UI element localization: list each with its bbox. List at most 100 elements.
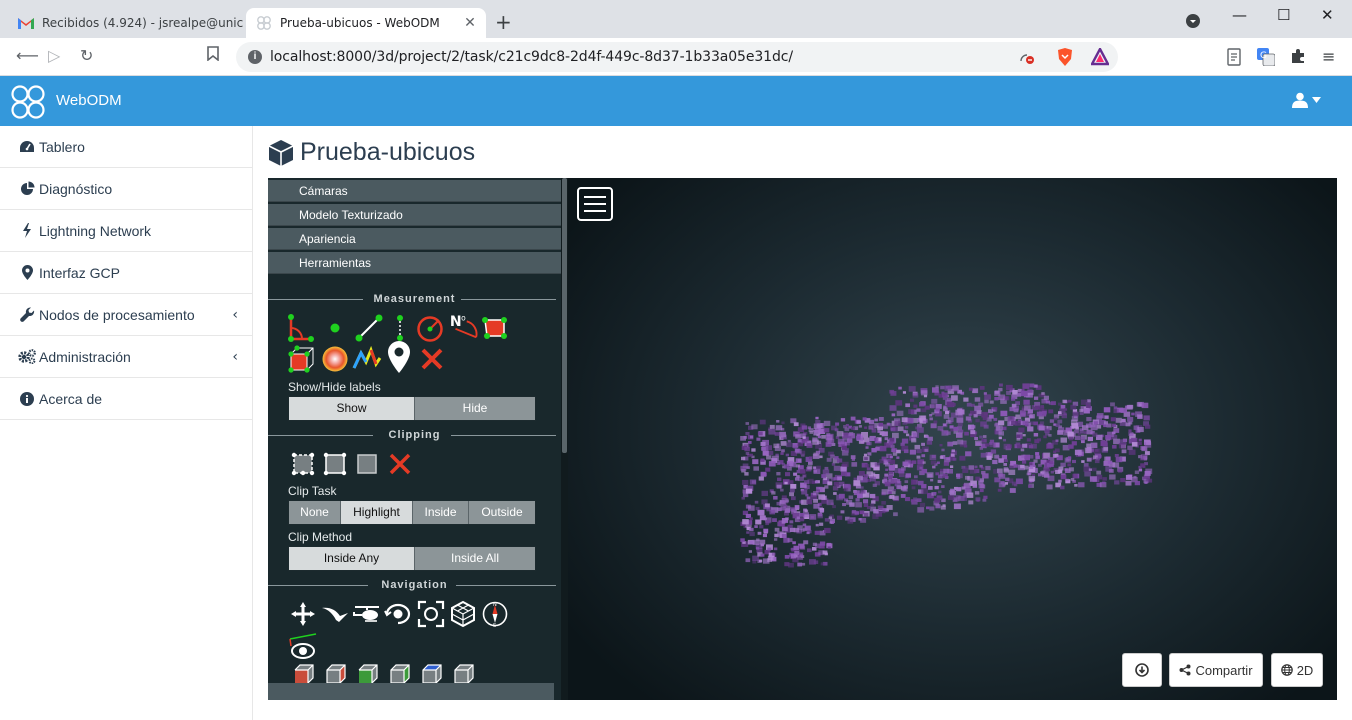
- sphere-volume-icon[interactable]: [320, 344, 350, 374]
- new-tab-button[interactable]: +: [495, 12, 512, 32]
- volume-measure-icon[interactable]: [286, 344, 316, 374]
- reload-icon[interactable]: ↻: [80, 46, 93, 65]
- clip-box-icon[interactable]: [352, 449, 382, 479]
- clip-method-inside-any-button[interactable]: Inside Any: [289, 547, 415, 570]
- sidebar-item-tablero[interactable]: Tablero: [0, 126, 252, 168]
- clip-task-outside-button[interactable]: Outside: [469, 501, 535, 524]
- helicopter-controls-icon[interactable]: [352, 599, 382, 629]
- address-bar[interactable]: i localhost:8000/3d/project/2/task/c21c9…: [236, 42, 1118, 72]
- wrench-icon: [18, 307, 36, 323]
- close-tab-icon[interactable]: ✕: [460, 15, 480, 31]
- site-info-icon[interactable]: i: [248, 50, 262, 64]
- labels-toggle-group: Show Hide: [288, 396, 536, 421]
- potree-3d-viewer[interactable]: Compartir 2D: [568, 178, 1337, 700]
- sidebar-item-label: Diagnóstico: [39, 180, 113, 197]
- section-title: Clipping: [388, 429, 441, 441]
- map-marker-icon: [18, 265, 36, 281]
- section-title: Navigation: [381, 579, 448, 591]
- point-cloud-points: [740, 383, 1153, 568]
- url-text: localhost:8000/3d/project/2/task/c21c9dc…: [270, 49, 793, 65]
- clip-method-inside-all-button[interactable]: Inside All: [415, 547, 535, 570]
- sidebar-item-label: Tablero: [39, 138, 85, 155]
- browser-toolbar: ⟵ ▷ ↻ i localhost:8000/3d/project/2/task…: [0, 38, 1352, 76]
- sidebar-item-acerca-de[interactable]: Acerca de: [0, 378, 252, 420]
- caret-down-icon: [1312, 97, 1321, 103]
- reading-list-icon[interactable]: [1226, 48, 1244, 66]
- chevron-left-icon[interactable]: ‹: [232, 307, 238, 323]
- distance-measure-icon[interactable]: [354, 313, 384, 343]
- brand-name[interactable]: WebODM: [56, 92, 122, 109]
- height-profile-icon[interactable]: [352, 344, 382, 374]
- navigation-cube-icon[interactable]: [288, 632, 318, 662]
- share-button[interactable]: Compartir: [1169, 653, 1263, 687]
- sidebar-item-nodos-de-procesamiento[interactable]: Nodos de procesamiento ‹: [0, 294, 252, 336]
- full-extent-icon[interactable]: [448, 599, 478, 629]
- clip-task-inside-button[interactable]: Inside: [413, 501, 469, 524]
- sidebar-item-label: Administración: [39, 348, 131, 365]
- clip-polygon-icon[interactable]: [288, 449, 318, 479]
- compass-icon[interactable]: NS: [480, 599, 510, 629]
- annotation-pin-icon[interactable]: [384, 341, 414, 373]
- clip-volume-icon[interactable]: [320, 449, 350, 479]
- accordion-herramientas[interactable]: Herramientas: [268, 252, 561, 274]
- toggle-sidebar-menu-button[interactable]: [577, 187, 613, 221]
- point-measure-icon[interactable]: [320, 313, 350, 343]
- sidebar-item-administracion[interactable]: Administración ‹: [0, 336, 252, 378]
- download-button[interactable]: [1122, 653, 1162, 687]
- browser-tab-gmail[interactable]: Recibidos (4.924) - jsrealpe@unicauca.ed…: [8, 8, 244, 38]
- view-2d-button[interactable]: 2D: [1271, 653, 1323, 687]
- fly-controls-icon[interactable]: [320, 599, 350, 629]
- remove-measurements-icon[interactable]: [417, 344, 447, 374]
- user-menu[interactable]: [1292, 92, 1321, 108]
- accordion-apariencia[interactable]: Apariencia: [268, 228, 561, 250]
- browser-menu-icon[interactable]: ≡: [1322, 47, 1340, 66]
- earth-controls-icon[interactable]: [288, 599, 318, 629]
- area-measure-icon[interactable]: [479, 313, 509, 343]
- back-icon[interactable]: ⟵: [16, 46, 39, 65]
- labels-hide-button[interactable]: Hide: [415, 397, 535, 420]
- cast-blocked-icon[interactable]: [1019, 49, 1035, 70]
- page-title-text: Prueba-ubicuos: [300, 138, 476, 166]
- user-icon: [1292, 92, 1308, 108]
- page-title: Prueba-ubicuos: [268, 138, 475, 167]
- accordion-modelo-texturizado[interactable]: Modelo Texturizado: [268, 204, 561, 226]
- focus-controls-icon[interactable]: [416, 599, 446, 629]
- accordion-camaras[interactable]: Cámaras: [268, 180, 561, 202]
- clip-task-toggle-group: None Highlight Inside Outside: [288, 500, 536, 525]
- circle-measure-icon[interactable]: [415, 313, 445, 343]
- download-icon: [1135, 663, 1149, 677]
- point-cloud[interactable]: [568, 178, 1337, 700]
- svg-text:o: o: [461, 313, 466, 322]
- sidebar-item-lightning-network[interactable]: Lightning Network: [0, 210, 252, 252]
- sidebar-item-interfaz-gcp[interactable]: Interfaz GCP: [0, 252, 252, 294]
- webodm-logo-icon[interactable]: [10, 84, 46, 120]
- height-measure-icon[interactable]: [385, 313, 415, 343]
- sidebar-item-label: Acerca de: [39, 390, 103, 407]
- sidebar-item-diagnostico[interactable]: Diagnóstico: [0, 168, 252, 210]
- browser-tab-webodm[interactable]: Prueba-ubicuos - WebODM ✕: [246, 8, 486, 38]
- remove-clipping-icon[interactable]: [385, 449, 415, 479]
- dashboard-icon: [18, 139, 36, 155]
- azimuth-measure-icon[interactable]: No: [448, 311, 478, 341]
- brave-rewards-icon[interactable]: [1090, 46, 1110, 71]
- share-icon: [1179, 664, 1191, 676]
- minimize-icon[interactable]: —: [1232, 6, 1247, 24]
- clip-method-toggle-group: Inside Any Inside All: [288, 546, 536, 571]
- orbit-controls-icon[interactable]: [383, 599, 413, 629]
- brave-shields-icon[interactable]: [1056, 47, 1074, 72]
- clip-task-none-button[interactable]: None: [289, 501, 341, 524]
- close-window-icon[interactable]: ✕: [1321, 6, 1334, 24]
- tab-search-icon[interactable]: [1186, 14, 1200, 32]
- svg-text:S: S: [493, 623, 496, 628]
- scrollbar-thumb[interactable]: [562, 178, 567, 453]
- extensions-icon[interactable]: [1290, 48, 1308, 66]
- clip-task-highlight-button[interactable]: Highlight: [341, 501, 413, 524]
- chevron-left-icon[interactable]: ‹: [232, 349, 238, 365]
- bookmark-icon[interactable]: [207, 46, 219, 65]
- labels-show-button[interactable]: Show: [289, 397, 415, 420]
- angle-measure-icon[interactable]: [284, 313, 314, 343]
- panel-scrollbar[interactable]: [561, 178, 568, 700]
- translate-icon[interactable]: G: [1257, 48, 1276, 67]
- maximize-icon[interactable]: ☐: [1277, 6, 1290, 24]
- forward-icon[interactable]: ▷: [48, 46, 60, 65]
